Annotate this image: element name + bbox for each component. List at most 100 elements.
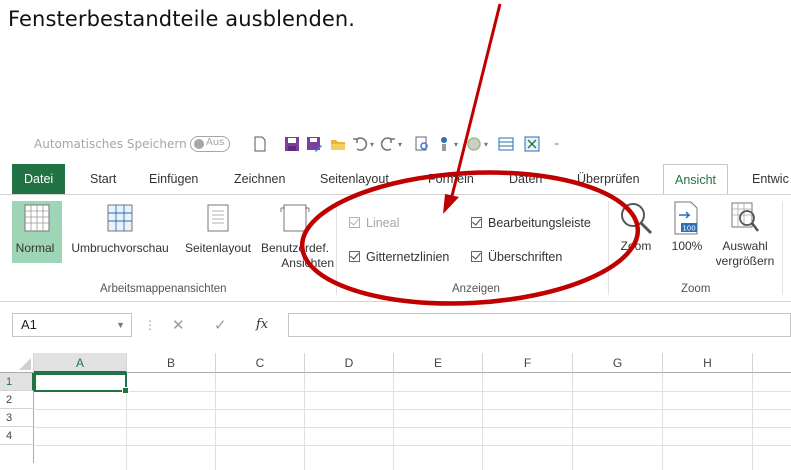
grid-line xyxy=(215,373,216,470)
ribbon-tabs: Datei Start Einfügen Zeichnen Seitenlayo… xyxy=(0,164,791,195)
zoom-100-button[interactable]: 100 100% xyxy=(664,201,710,254)
group-separator xyxy=(336,201,337,295)
page-layout-icon xyxy=(207,204,229,232)
redo-icon[interactable] xyxy=(380,136,396,152)
lineal-checkbox[interactable]: Lineal xyxy=(349,216,399,230)
tab-zeichnen[interactable]: Zeichnen xyxy=(234,164,285,194)
form-icon[interactable] xyxy=(498,136,514,152)
custom-views-icon xyxy=(280,204,310,232)
normal-view-label[interactable]: Normal xyxy=(3,241,67,256)
active-cell-a1[interactable] xyxy=(34,373,129,394)
table-icon[interactable] xyxy=(524,136,540,152)
save-icon[interactable] xyxy=(284,136,300,152)
zoom-button[interactable]: Zoom xyxy=(614,201,658,254)
zoom-selection-label-1: Auswahl xyxy=(722,239,768,253)
zoom-label: Zoom xyxy=(620,239,652,253)
tab-ueberpruefen[interactable]: Überprüfen xyxy=(577,164,640,194)
undo-dropdown-icon[interactable]: ▾ xyxy=(370,140,374,149)
column-header-a[interactable]: A xyxy=(34,353,127,373)
row-header-3[interactable]: 3 xyxy=(0,409,34,427)
redo-dropdown-icon[interactable]: ▾ xyxy=(398,140,402,149)
checkbox-checked-icon xyxy=(349,217,360,228)
tab-seitenlayout[interactable]: Seitenlayout xyxy=(320,164,389,194)
group-label-zoom: Zoom xyxy=(681,283,711,295)
quick-access-toolbar: Automatisches Speichern Aus ▾ ▾ ▾ ▾ ₌ xyxy=(0,126,791,162)
column-header-e[interactable]: E xyxy=(394,353,483,373)
pagebreak-preview-icon xyxy=(107,204,133,232)
grid-line xyxy=(34,445,791,446)
enter-icon[interactable]: ✓ xyxy=(214,313,227,337)
pagelayout-view-button[interactable]: Seitenlayout xyxy=(178,201,258,256)
ueberschriften-label: Überschriften xyxy=(488,250,563,264)
tab-datei[interactable]: Datei xyxy=(12,164,66,194)
pagebreak-view-button[interactable]: Umbruchvorschau xyxy=(64,201,176,256)
touch-dropdown-icon[interactable]: ▾ xyxy=(454,140,458,149)
normal-view-icon xyxy=(24,204,50,232)
zoom-100-label: 100% xyxy=(671,239,703,253)
row-header-2[interactable]: 2 xyxy=(0,391,34,409)
custom-views-label-2: Ansichten xyxy=(281,256,334,270)
select-all-icon xyxy=(19,358,31,370)
new-file-icon[interactable] xyxy=(252,136,268,152)
column-header-c[interactable]: C xyxy=(216,353,305,373)
insert-function-icon[interactable]: fx xyxy=(256,313,268,337)
column-header-g[interactable]: G xyxy=(573,353,663,373)
tab-daten[interactable]: Daten xyxy=(509,164,542,194)
caption-text: Fensterbestandteile ausblenden. xyxy=(8,7,356,31)
row-header-4[interactable]: 4 xyxy=(0,427,34,445)
drag-handle-icon[interactable]: ⋮ xyxy=(144,313,156,337)
save-as-icon[interactable] xyxy=(306,136,322,152)
checkbox-checked-icon xyxy=(471,251,482,262)
cancel-icon[interactable]: ✕ xyxy=(172,313,185,337)
gitternetzlinien-checkbox[interactable]: Gitternetzlinien xyxy=(349,250,449,264)
tab-entwicklertools[interactable]: Entwic xyxy=(752,164,789,194)
zoom-selection-icon xyxy=(731,202,759,232)
print-preview-icon[interactable] xyxy=(414,136,430,152)
column-header-f[interactable]: F xyxy=(483,353,573,373)
autosave-label: Automatisches Speichern xyxy=(34,137,187,151)
ueberschriften-checkbox[interactable]: Überschriften xyxy=(471,250,562,264)
chevron-down-icon[interactable]: ▼ xyxy=(116,314,125,336)
column-header-h[interactable]: H xyxy=(663,353,753,373)
undo-icon[interactable] xyxy=(352,136,368,152)
checkbox-checked-icon xyxy=(471,217,482,228)
customize-icon[interactable]: ₌ xyxy=(554,138,559,149)
fill-handle[interactable] xyxy=(122,387,129,394)
tab-einfuegen[interactable]: Einfügen xyxy=(149,164,198,194)
grid-line xyxy=(572,373,573,470)
color-dropdown-icon[interactable]: ▾ xyxy=(484,140,488,149)
column-header-next[interactable] xyxy=(753,353,791,373)
column-header-b[interactable]: B xyxy=(127,353,216,373)
tab-ansicht[interactable]: Ansicht xyxy=(663,164,728,195)
formula-bar: A1 ▼ ⋮ ✕ ✓ fx xyxy=(0,309,791,341)
bearbeitungsleiste-label: Bearbeitungsleiste xyxy=(488,216,591,230)
column-header-d[interactable]: D xyxy=(305,353,394,373)
group-separator xyxy=(608,201,609,295)
name-box-value: A1 xyxy=(21,317,37,332)
zoom-selection-button[interactable]: Auswahl vergrößern xyxy=(714,201,776,269)
ribbon-panel: Normal Umbruchvorschau Seitenlayout Benu… xyxy=(0,194,791,302)
zoom-selection-label-2: vergrößern xyxy=(715,254,775,268)
custom-views-button[interactable]: Benutzerdef. Ansichten xyxy=(256,201,334,271)
grid-line xyxy=(34,391,791,392)
zoom-100-badge: 100 xyxy=(682,225,695,233)
bearbeitungsleiste-checkbox[interactable]: Bearbeitungsleiste xyxy=(471,216,591,230)
zoom-100-icon: 100 xyxy=(674,201,698,235)
magnifier-icon xyxy=(621,203,653,235)
open-folder-icon[interactable] xyxy=(330,136,346,152)
row-header-5[interactable] xyxy=(0,445,34,463)
tab-start[interactable]: Start xyxy=(90,164,116,194)
autosave-toggle[interactable]: Aus xyxy=(190,136,230,152)
formula-input[interactable] xyxy=(288,313,791,337)
name-box[interactable]: A1 ▼ xyxy=(12,313,132,337)
row-header-1[interactable]: 1 xyxy=(0,373,34,391)
custom-views-label-1: Benutzerdef. xyxy=(260,241,330,255)
autosave-state: Aus xyxy=(206,137,225,148)
touch-mode-icon[interactable] xyxy=(436,136,452,152)
select-all-corner[interactable] xyxy=(0,353,34,373)
tab-formeln[interactable]: Formeln xyxy=(428,164,474,194)
grid-line xyxy=(752,373,753,470)
pagebreak-view-label: Umbruchvorschau xyxy=(71,241,169,255)
grid-line xyxy=(34,427,791,428)
color-icon[interactable] xyxy=(466,136,482,152)
